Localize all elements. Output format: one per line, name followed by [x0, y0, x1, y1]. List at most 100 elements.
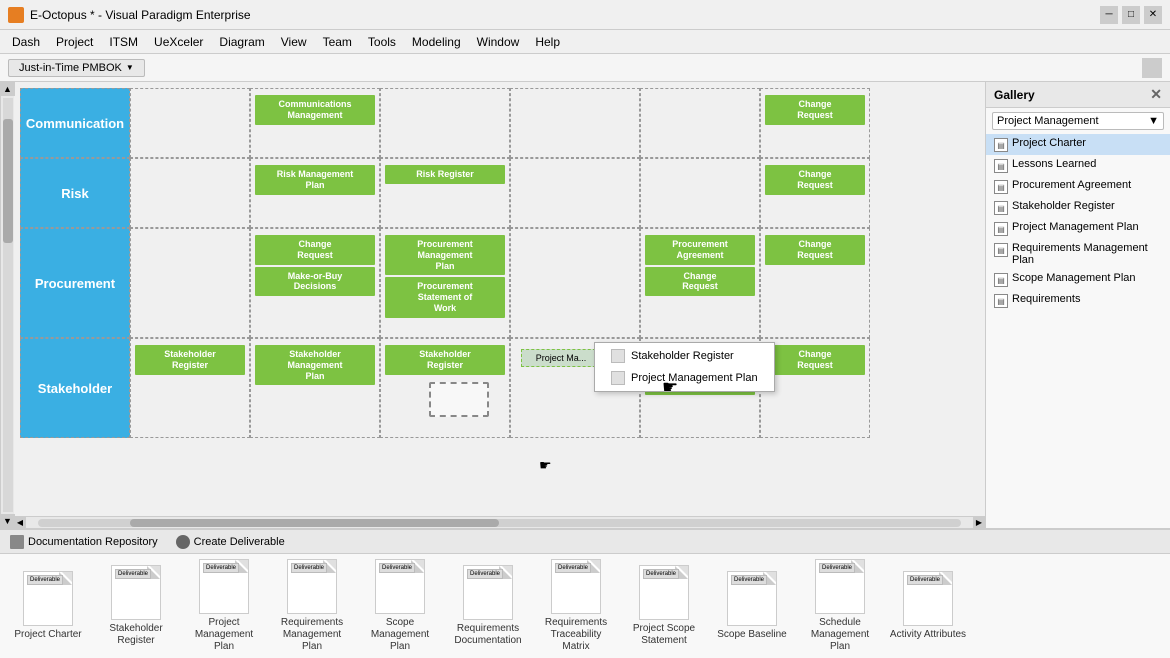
- deliverable-badge-5: Deliverable: [467, 569, 503, 579]
- deliverable-item-8[interactable]: DeliverableScope Baseline: [712, 571, 792, 641]
- box-proc-mgmt-plan[interactable]: ProcurementManagementPlan: [385, 235, 505, 275]
- menu-item-modeling[interactable]: Modeling: [404, 33, 469, 51]
- vscroll-track: [3, 98, 13, 512]
- box-comm-mgmt[interactable]: CommunicationsManagement: [255, 95, 375, 125]
- deliverable-badge-4: Deliverable: [379, 563, 415, 573]
- menu-item-window[interactable]: Window: [469, 33, 528, 51]
- menu-item-diagram[interactable]: Diagram: [211, 33, 272, 51]
- menu-item-help[interactable]: Help: [527, 33, 568, 51]
- context-item-label-1: Stakeholder Register: [631, 350, 734, 362]
- gallery-icon-requirements: [994, 294, 1008, 308]
- breadcrumb-button[interactable]: Just-in-Time PMBOK ▼: [8, 59, 145, 77]
- minimize-button[interactable]: ─: [1100, 6, 1118, 24]
- deliverable-badge-10: Deliverable: [907, 575, 943, 585]
- gallery-item-requirements[interactable]: Requirements: [986, 290, 1170, 311]
- deliverable-item-4[interactable]: DeliverableScope Management Plan: [360, 559, 440, 653]
- deliverable-item-0[interactable]: DeliverableProject Charter: [8, 571, 88, 641]
- h-scroll-left-btn[interactable]: ◀: [14, 517, 26, 529]
- diagram-scroll-area[interactable]: Communication CommunicationsManagement C…: [14, 82, 985, 516]
- window-controls[interactable]: ─ □ ✕: [1100, 6, 1162, 24]
- box-risk-mgmt[interactable]: Risk ManagementPlan: [255, 165, 375, 195]
- box-proc-change3[interactable]: ChangeRequest: [765, 235, 865, 265]
- box-risk-change[interactable]: ChangeRequest: [765, 165, 865, 195]
- gallery-item-lessons-learned[interactable]: Lessons Learned: [986, 155, 1170, 176]
- deliverable-item-7[interactable]: DeliverableProject Scope Statement: [624, 565, 704, 647]
- gallery-label-stakeholder-register: Stakeholder Register: [1012, 200, 1115, 212]
- tab-create-deliverable[interactable]: Create Deliverable: [172, 533, 289, 551]
- gallery-panel: Gallery ✕ Project Management ▼ Project C…: [985, 82, 1170, 528]
- deliverable-item-6[interactable]: DeliverableRequirements Traceability Mat…: [536, 559, 616, 653]
- maximize-button[interactable]: □: [1122, 6, 1140, 24]
- box-proc-sow[interactable]: ProcurementStatement ofWork: [385, 277, 505, 317]
- gallery-header: Gallery ✕: [986, 82, 1170, 108]
- h-scroll-right-btn[interactable]: ▶: [973, 517, 985, 529]
- menu-item-project[interactable]: Project: [48, 33, 101, 51]
- tab-documentation-repository[interactable]: Documentation Repository: [6, 533, 162, 551]
- canvas-wrapper: Communication CommunicationsManagement C…: [14, 82, 985, 528]
- gallery-item-procurement-agreement[interactable]: Procurement Agreement: [986, 176, 1170, 197]
- gallery-dropdown[interactable]: Project Management ▼: [992, 112, 1164, 130]
- cell-proc-6: ChangeRequest: [760, 228, 870, 338]
- close-button[interactable]: ✕: [1144, 6, 1162, 24]
- tab-create-deliverable-label: Create Deliverable: [194, 536, 285, 548]
- box-stake-register2[interactable]: StakeholderRegister: [385, 345, 505, 375]
- gallery-item-project-mgmt-plan[interactable]: Project Management Plan: [986, 218, 1170, 239]
- context-item-stakeholder-register[interactable]: Stakeholder Register: [595, 345, 774, 367]
- menu-item-itsm[interactable]: ITSM: [101, 33, 146, 51]
- deliverable-item-10[interactable]: Deliverable Activity Attributes: [888, 571, 968, 641]
- cell-proc-3: ProcurementManagementPlan ProcurementSta…: [380, 228, 510, 338]
- deliverable-badge-2: Deliverable: [203, 563, 239, 573]
- gallery-item-stakeholder-register[interactable]: Stakeholder Register: [986, 197, 1170, 218]
- deliverable-item-5[interactable]: DeliverableRequirements Documentation: [448, 565, 528, 647]
- category-procurement: Procurement: [20, 228, 130, 338]
- gallery-item-project-charter[interactable]: Project Charter: [986, 134, 1170, 155]
- cell-risk-1: [130, 158, 250, 228]
- deliverable-item-3[interactable]: DeliverableRequirements Management Plan: [272, 559, 352, 653]
- gallery-icon-project-charter: [994, 138, 1008, 152]
- menu-item-view[interactable]: View: [273, 33, 315, 51]
- deliverable-badge-6: Deliverable: [555, 563, 591, 573]
- box-proc-change2[interactable]: ChangeRequest: [645, 267, 755, 297]
- context-item-project-mgmt-plan[interactable]: Project Management Plan: [595, 367, 774, 389]
- menu-item-tools[interactable]: Tools: [360, 33, 404, 51]
- box-stake-mgmt-plan[interactable]: StakeholderManagementPlan: [255, 345, 375, 385]
- row-stakeholder: Stakeholder StakeholderRegister Stakehol…: [20, 338, 979, 438]
- deliverable-badge-8: Deliverable: [731, 575, 767, 585]
- deliverable-label-7: Project Scope Statement: [624, 623, 704, 647]
- deliverable-icon-3: Deliverable: [287, 559, 337, 614]
- breadcrumb-label: Just-in-Time PMBOK: [19, 62, 122, 74]
- h-scroll-thumb: [130, 519, 499, 527]
- context-item-icon-2: [611, 371, 625, 385]
- gallery-dropdown-label: Project Management: [997, 115, 1099, 127]
- box-proc-agreement[interactable]: ProcurementAgreement: [645, 235, 755, 265]
- cell-stake-2: StakeholderManagementPlan: [250, 338, 380, 438]
- create-deliverable-icon: [176, 535, 190, 549]
- box-risk-register[interactable]: Risk Register: [385, 165, 505, 184]
- menu-item-dash[interactable]: Dash: [4, 33, 48, 51]
- box-stake-change2[interactable]: ChangeRequest: [765, 345, 865, 375]
- gallery-item-scope-mgmt-plan[interactable]: Scope Management Plan: [986, 269, 1170, 290]
- h-scrollbar[interactable]: ◀ ▶: [14, 516, 985, 528]
- box-comm-change[interactable]: ChangeRequest: [765, 95, 865, 125]
- scroll-up-btn[interactable]: ▲: [1, 82, 15, 96]
- box-proc-change[interactable]: ChangeRequest: [255, 235, 375, 265]
- scroll-down-btn[interactable]: ▼: [1, 514, 15, 528]
- deliverable-label-10: Activity Attributes: [890, 629, 966, 641]
- cell-comm-1: [130, 88, 250, 158]
- deliverable-item-9[interactable]: DeliverableSchedule Management Plan: [800, 559, 880, 653]
- gallery-item-req-mgmt-plan[interactable]: Requirements Management Plan: [986, 239, 1170, 269]
- gallery-title: Gallery: [994, 88, 1035, 102]
- box-stake-register1[interactable]: StakeholderRegister: [135, 345, 245, 375]
- menu-item-uexceler[interactable]: UeXceler: [146, 33, 211, 51]
- gallery-label-req-mgmt-plan: Requirements Management Plan: [1012, 242, 1162, 266]
- gallery-label-procurement-agreement: Procurement Agreement: [1012, 179, 1131, 191]
- gallery-close-button[interactable]: ✕: [1150, 86, 1162, 103]
- deliverable-item-2[interactable]: DeliverableProject Management Plan: [184, 559, 264, 653]
- panel-toggle-button[interactable]: [1142, 58, 1162, 78]
- row-risk: Risk Risk ManagementPlan Risk Register C…: [20, 158, 979, 228]
- menu-item-team[interactable]: Team: [315, 33, 360, 51]
- deliverable-item-1[interactable]: DeliverableStakeholder Register: [96, 565, 176, 647]
- gallery-label-project-mgmt-plan: Project Management Plan: [1012, 221, 1139, 233]
- category-stakeholder: Stakeholder: [20, 338, 130, 438]
- box-make-or-buy[interactable]: Make-or-BuyDecisions: [255, 267, 375, 297]
